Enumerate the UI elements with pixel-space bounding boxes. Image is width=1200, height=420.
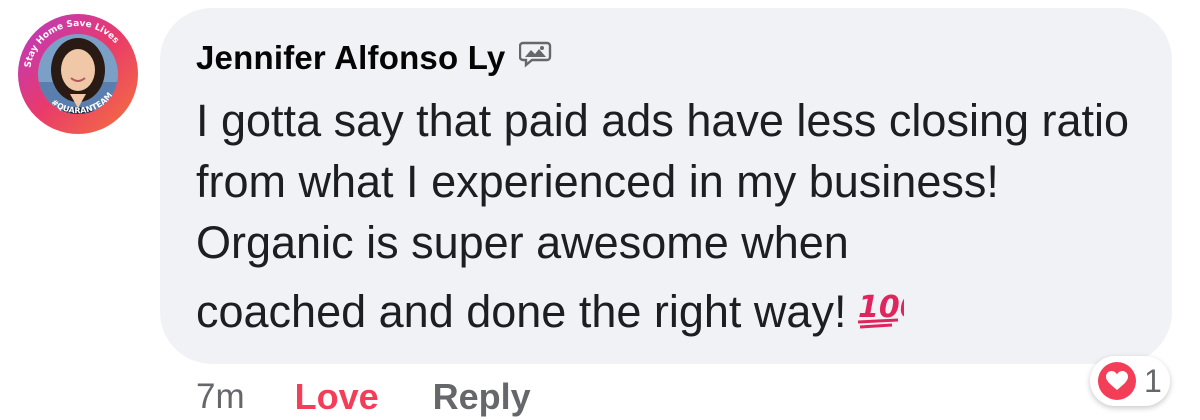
comment-timestamp[interactable]: 7m — [196, 377, 245, 417]
reaction-count: 1 — [1144, 362, 1162, 399]
author-row: Jennifer Alfonso Ly — [196, 34, 1132, 82]
reaction-summary[interactable]: 1 — [1090, 356, 1170, 406]
hundred-points-emoji-icon: 100 — [856, 283, 921, 329]
heart-icon — [1098, 362, 1136, 400]
love-button[interactable]: Love — [295, 376, 379, 418]
comment-container: Stay Home Save Lives #QUARANTEAM Jennife… — [0, 0, 1200, 420]
comment-body: I gotta say that paid ads have less clos… — [196, 95, 1130, 268]
comment-actions: 7m Love Reply — [196, 374, 531, 420]
photo-comment-icon — [519, 40, 553, 68]
author-name-link[interactable]: Jennifer Alfonso Ly — [196, 39, 505, 77]
profile-avatar[interactable]: Stay Home Save Lives #QUARANTEAM — [16, 12, 140, 136]
comment-bubble: Jennifer Alfonso Ly I gotta say that pai… — [160, 8, 1172, 364]
reply-button[interactable]: Reply — [433, 376, 531, 418]
comment-text: I gotta say that paid ads have less clos… — [196, 90, 1136, 342]
comment-last-line: coached and done the right way! 100 — [196, 281, 1136, 342]
comment-body-end: coached and done the right way! — [196, 286, 847, 337]
